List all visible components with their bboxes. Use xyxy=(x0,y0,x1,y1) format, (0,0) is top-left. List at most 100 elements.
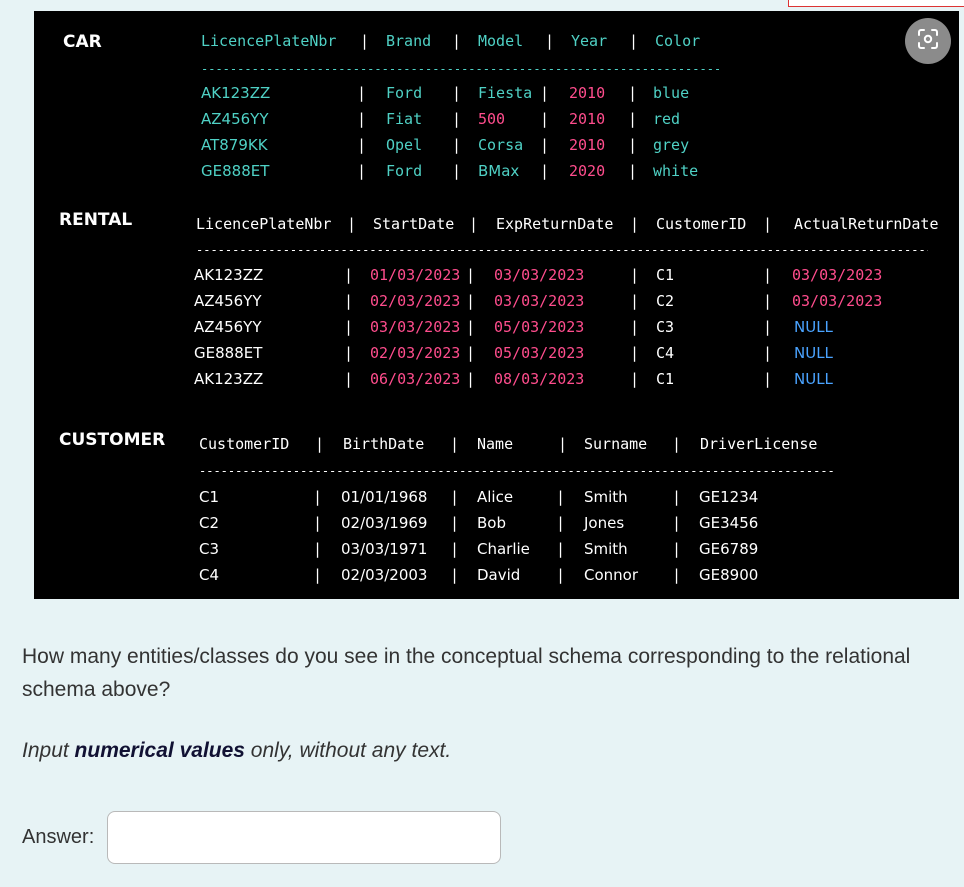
rental-sep: | xyxy=(349,215,355,233)
car-table-label: CAR xyxy=(63,32,102,52)
rental-cell-actualreturn: 03/03/2023 xyxy=(792,292,883,310)
car-cell-brand: Fiat xyxy=(386,110,423,128)
rental-sep: | xyxy=(632,292,638,310)
rental-sep: | xyxy=(468,292,474,310)
car-sep: | xyxy=(454,136,460,154)
car-sep: | xyxy=(630,110,636,128)
instruction-after: only, without any text. xyxy=(244,739,452,762)
customer-cell-birthdate: 02/03/1969 xyxy=(341,514,428,532)
camera-icon xyxy=(916,27,940,55)
customer-cell-license: GE8900 xyxy=(699,566,759,584)
car-header-model: Model xyxy=(478,32,524,50)
customer-header-birthdate: BirthDate xyxy=(343,435,425,453)
car-sep: | xyxy=(362,32,368,50)
rental-cell-plate: GE888ET xyxy=(194,344,263,362)
customer-cell-license: GE1234 xyxy=(699,488,759,506)
customer-sep: | xyxy=(674,435,680,453)
customer-cell-birthdate: 01/01/1968 xyxy=(341,488,428,506)
customer-header-surname: Surname xyxy=(584,435,648,453)
customer-sep: | xyxy=(558,566,564,584)
customer-cell-birthdate: 02/03/2003 xyxy=(341,566,428,584)
rental-header-start: StartDate xyxy=(373,215,455,233)
schema-image: CAR LicencePlateNbr | Brand | Model | Ye… xyxy=(34,11,959,599)
customer-sep: | xyxy=(674,566,680,584)
customer-sep: | xyxy=(452,566,458,584)
rental-sep: | xyxy=(468,266,474,284)
car-cell-model: 500 xyxy=(478,110,506,128)
customer-sep: | xyxy=(674,488,680,506)
rental-cell-actualreturn: NULL xyxy=(794,370,833,388)
rental-cell-plate: AZ456YY xyxy=(194,318,262,336)
car-cell-model: Fiesta xyxy=(478,84,533,102)
customer-table-label: CUSTOMER xyxy=(59,430,166,450)
customer-cell-name: Bob xyxy=(477,514,506,532)
customer-sep: | xyxy=(452,540,458,558)
rental-cell-start: 02/03/2023 xyxy=(370,292,461,310)
rental-sep: | xyxy=(765,292,771,310)
car-cell-brand: Ford xyxy=(386,162,423,180)
customer-sep: | xyxy=(558,488,564,506)
customer-sep: | xyxy=(315,488,321,506)
customer-sep: | xyxy=(317,435,323,453)
customer-sep: | xyxy=(674,540,680,558)
customer-header-id: CustomerID xyxy=(199,435,290,453)
car-sep: | xyxy=(630,162,636,180)
car-cell-brand: Ford xyxy=(386,84,423,102)
car-cell-plate: AT879KK xyxy=(201,136,268,154)
instruction-bold: numerical values xyxy=(74,739,245,762)
rental-cell-customer: C1 xyxy=(656,266,675,284)
customer-cell-id: C2 xyxy=(199,514,220,532)
customer-cell-id: C3 xyxy=(199,540,220,558)
rental-sep: | xyxy=(346,344,352,362)
car-cell-model: Corsa xyxy=(478,136,524,154)
customer-sep: | xyxy=(558,514,564,532)
car-sep: | xyxy=(547,32,553,50)
rental-sep: | xyxy=(632,370,638,388)
customer-cell-surname: Smith xyxy=(584,488,628,506)
car-sep: | xyxy=(542,110,548,128)
rental-cell-customer: C2 xyxy=(656,292,675,310)
car-cell-year: 2020 xyxy=(569,162,606,180)
rental-sep: | xyxy=(632,215,638,233)
rental-header-expreturn: ExpReturnDate xyxy=(496,215,614,233)
rental-table-label: RENTAL xyxy=(59,210,133,230)
rental-cell-start: 02/03/2023 xyxy=(370,344,461,362)
rental-cell-expreturn: 03/03/2023 xyxy=(494,266,585,284)
answer-label: Answer: xyxy=(22,826,95,848)
rental-cell-customer: C3 xyxy=(656,318,675,336)
car-header-year: Year xyxy=(571,32,608,50)
car-sep: | xyxy=(542,136,548,154)
rental-header-actualreturn: ActualReturnDate xyxy=(794,215,939,233)
customer-header-name: Name xyxy=(477,435,514,453)
car-sep: | xyxy=(542,84,548,102)
rental-cell-customer: C4 xyxy=(656,344,675,362)
rental-sep: | xyxy=(471,215,477,233)
car-cell-color: blue xyxy=(653,84,690,102)
rental-sep: | xyxy=(765,318,771,336)
rental-header-customer: CustomerID xyxy=(656,215,747,233)
customer-sep: | xyxy=(452,435,458,453)
rental-cell-expreturn: 05/03/2023 xyxy=(494,318,585,336)
car-sep: | xyxy=(542,162,548,180)
customer-sep: | xyxy=(452,514,458,532)
car-sep: | xyxy=(631,32,637,50)
customer-cell-license: GE6789 xyxy=(699,540,759,558)
image-search-button[interactable] xyxy=(905,18,951,64)
car-cell-year: 2010 xyxy=(569,110,606,128)
rental-sep: | xyxy=(468,370,474,388)
question-text: How many entities/classes do you see in … xyxy=(22,645,911,701)
car-cell-plate: AK123ZZ xyxy=(201,84,271,102)
rental-sep: | xyxy=(346,318,352,336)
answer-input[interactable] xyxy=(107,811,501,864)
rental-cell-plate: AK123ZZ xyxy=(194,266,264,284)
rental-sep: | xyxy=(632,266,638,284)
rental-cell-actualreturn: NULL xyxy=(794,344,833,362)
customer-sep: | xyxy=(315,514,321,532)
rental-sep: | xyxy=(346,266,352,284)
car-cell-color: white xyxy=(653,162,699,180)
rental-cell-plate: AK123ZZ xyxy=(194,370,264,388)
rental-cell-expreturn: 05/03/2023 xyxy=(494,344,585,362)
top-strip xyxy=(788,0,964,7)
customer-divider: ----------------------------------------… xyxy=(199,464,833,478)
rental-cell-start: 01/03/2023 xyxy=(370,266,461,284)
